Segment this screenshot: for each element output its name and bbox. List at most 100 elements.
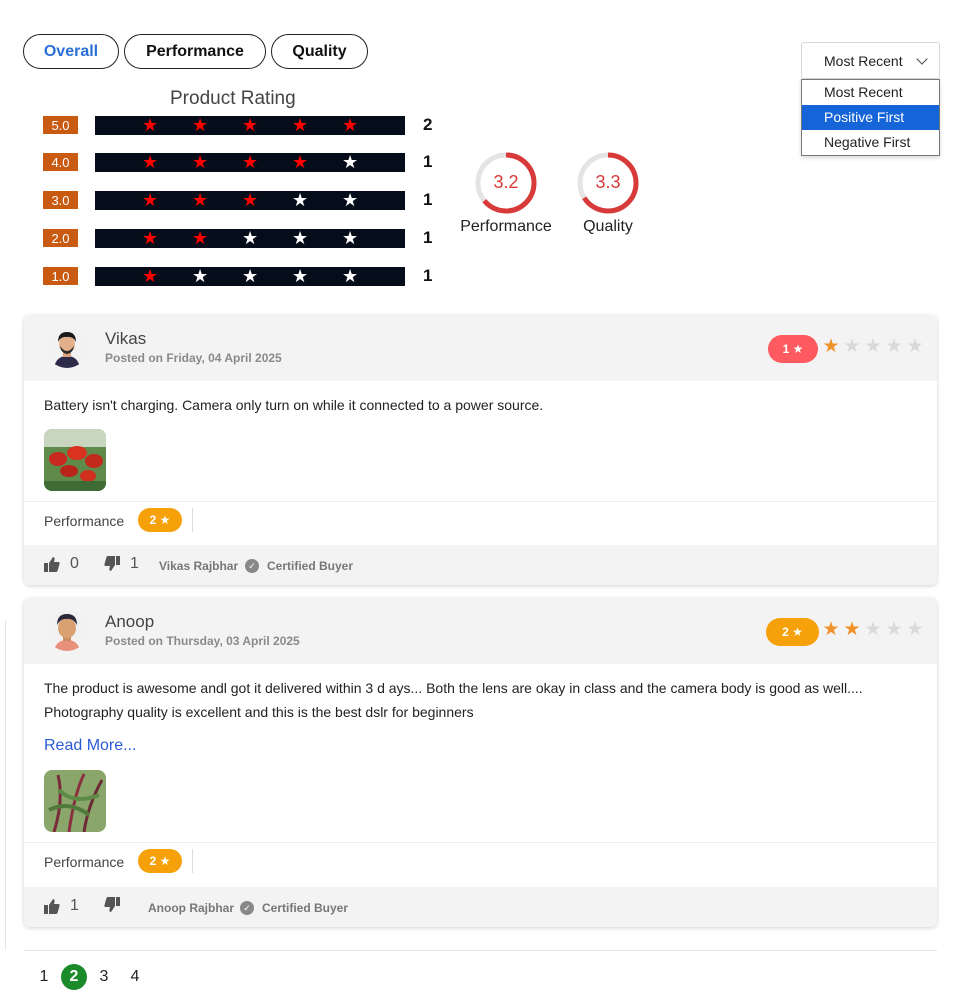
star-empty-icon: ★ (843, 336, 861, 357)
review-date: Posted on Friday, 04 April 2025 (105, 351, 282, 365)
attribute-label: Performance (44, 854, 125, 870)
divider (5, 620, 6, 950)
reviewer-name: Anoop (105, 612, 155, 631)
rating-stars-bar: ★ ★ ★ ★ ★ (95, 189, 405, 210)
attribute-rating-badge: 2 ★ (138, 508, 182, 532)
divider (24, 950, 937, 951)
review-footer: 1 Anoop Rajbhar ✓ Certified Buyer (24, 887, 937, 927)
quality-score: 3.3 Quality (558, 152, 658, 236)
rating-row: 2.0 ★ ★ ★ ★ ★ 1 (43, 228, 432, 248)
review-text: The product is awesome andl got it deliv… (44, 680, 863, 720)
review-photo[interactable] (44, 429, 106, 491)
star-empty-icon: ★ (292, 189, 309, 210)
read-more-link[interactable]: Read More... (44, 737, 136, 755)
review-header: Anoop Posted on Thursday, 03 April 2025 … (24, 598, 937, 664)
divider (24, 501, 937, 502)
attribute-rating-badge: 2 ★ (138, 849, 182, 873)
star-filled-icon: ★ (142, 227, 159, 248)
performance-score-label: Performance (460, 218, 552, 235)
certified-check-icon: ✓ (240, 901, 254, 915)
rating-count: 1 (423, 152, 433, 171)
buyer-name: Anoop Rajbhar (148, 901, 234, 915)
like-button[interactable]: 0 (44, 555, 79, 573)
star-filled-icon: ★ (142, 265, 159, 286)
star-filled-icon: ★ (192, 227, 209, 248)
buyer-name: Vikas Rajbhar (159, 559, 239, 573)
divider (192, 508, 193, 532)
sort-selected-label: Most Recent (824, 52, 903, 69)
review-rating-badge: 1 ★ (768, 335, 818, 363)
sort-option-positive-first[interactable]: Positive First (802, 105, 939, 130)
certified-buyer-label: Certified Buyer (267, 559, 354, 573)
like-count: 1 (70, 897, 79, 914)
dislike-button[interactable]: 1 (104, 555, 139, 573)
star-empty-icon: ★ (864, 619, 882, 640)
tab-performance[interactable]: Performance (124, 34, 266, 69)
star-empty-icon: ★ (864, 336, 882, 357)
star-empty-icon: ★ (192, 265, 209, 286)
star-filled-icon: ★ (142, 189, 159, 210)
rating-level-badge: 5.0 (43, 116, 78, 134)
rating-count: 2 (423, 115, 433, 134)
rating-level-badge: 3.0 (43, 191, 78, 209)
star-empty-icon: ★ (906, 619, 924, 640)
sort-select[interactable]: Most Recent (801, 42, 940, 79)
page-link[interactable]: 1 (30, 964, 58, 990)
rating-level-badge: 4.0 (43, 153, 78, 171)
reviewer-name: Vikas (105, 329, 147, 348)
thumbs-down-icon (104, 897, 120, 912)
star-filled-icon: ★ (192, 151, 209, 172)
review-date: Posted on Thursday, 03 April 2025 (105, 634, 300, 648)
star-empty-icon: ★ (885, 619, 903, 640)
avatar (46, 609, 88, 651)
star-filled-icon: ★ (242, 151, 259, 172)
sort-option-negative-first[interactable]: Negative First (802, 130, 939, 155)
star-empty-icon: ★ (342, 265, 359, 286)
star-filled-icon: ★ (142, 114, 159, 135)
star-empty-icon: ★ (292, 227, 309, 248)
rating-stars-bar: ★ ★ ★ ★ ★ (95, 265, 405, 286)
rating-count: 1 (423, 228, 433, 247)
star-filled-icon: ★ (292, 114, 309, 135)
page-link[interactable]: 4 (121, 964, 149, 990)
like-button[interactable]: 1 (44, 897, 79, 915)
rating-stars-bar: ★ ★ ★ ★ ★ (95, 151, 405, 172)
star-empty-icon: ★ (292, 265, 309, 286)
star-empty-icon: ★ (906, 336, 924, 357)
star-empty-icon: ★ (242, 265, 259, 286)
performance-score: 3.2 Performance (456, 152, 556, 236)
review-stars: ★ ★ ★ ★ ★ (821, 620, 925, 640)
star-filled-icon: ★ (822, 619, 840, 640)
divider (192, 849, 193, 873)
review-footer: 0 1 Vikas Rajbhar ✓ Certified Buyer (24, 545, 937, 585)
review-photo[interactable] (44, 770, 106, 832)
rating-count: 1 (423, 266, 433, 285)
quality-score-value: 3.3 (595, 172, 621, 192)
review-card: Anoop Posted on Thursday, 03 April 2025 … (24, 598, 937, 927)
sort-option-most-recent[interactable]: Most Recent (802, 80, 939, 105)
review-card: Vikas Posted on Friday, 04 April 2025 1 … (24, 315, 937, 585)
star-filled-icon: ★ (843, 619, 861, 640)
tab-overall[interactable]: Overall (23, 34, 119, 69)
rating-level-badge: 1.0 (43, 267, 78, 285)
star-filled-icon: ★ (242, 114, 259, 135)
divider (24, 842, 937, 843)
rating-stars-bar: ★ ★ ★ ★ ★ (95, 227, 405, 248)
rating-stars-bar: ★ ★ ★ ★ ★ (95, 114, 405, 135)
star-filled-icon: ★ (142, 151, 159, 172)
rating-row: 4.0 ★ ★ ★ ★ ★ 1 (43, 152, 432, 172)
review-rating-badge: 2 ★ (766, 618, 819, 646)
review-text: Battery isn't charging. Camera only turn… (44, 397, 544, 413)
star-empty-icon: ★ (885, 336, 903, 357)
review-stars: ★ ★ ★ ★ ★ (821, 337, 925, 357)
tab-quality[interactable]: Quality (271, 34, 368, 69)
star-empty-icon: ★ (342, 227, 359, 248)
star-filled-icon: ★ (192, 189, 209, 210)
page-link[interactable]: 3 (90, 964, 118, 990)
thumbs-up-icon (44, 557, 60, 572)
thumbs-down-icon (104, 556, 120, 571)
page-link-current[interactable]: 2 (61, 964, 87, 990)
dislike-button[interactable] (104, 897, 130, 913)
performance-score-value: 3.2 (493, 172, 519, 192)
rating-row: 5.0 ★ ★ ★ ★ ★ 2 (43, 115, 432, 135)
